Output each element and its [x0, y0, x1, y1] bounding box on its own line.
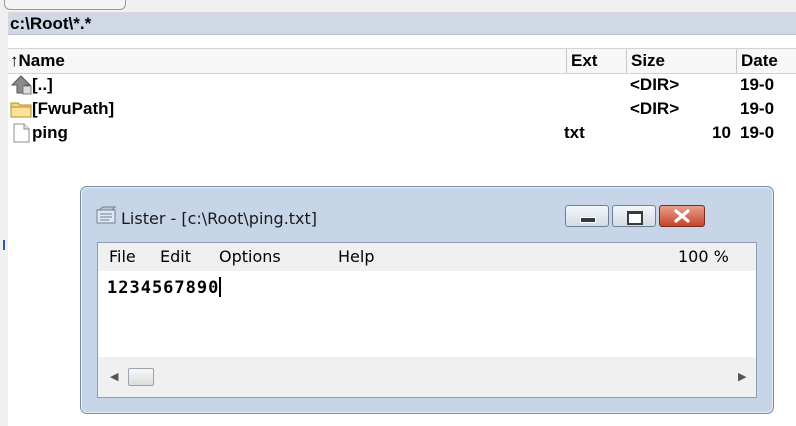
file-name: ping — [32, 123, 68, 142]
drive-tab[interactable] — [4, 0, 126, 10]
file-row-ping[interactable]: ping txt 10 19-0 — [8, 121, 796, 145]
path-bar[interactable]: c:\Root\*.* — [8, 13, 796, 35]
menu-options[interactable]: Options — [219, 243, 281, 271]
menu-edit[interactable]: Edit — [160, 243, 191, 271]
up-folder-icon — [10, 75, 32, 95]
file-size: <DIR> — [630, 99, 680, 118]
zoom-level: 100 % — [678, 247, 729, 266]
maximize-button[interactable] — [612, 205, 656, 227]
scroll-right-icon[interactable]: ▶ — [738, 371, 746, 383]
file-name: [..] — [32, 75, 53, 94]
window-title: Lister - [c:\Root\ping.txt] — [121, 209, 318, 228]
file-ext: txt — [564, 123, 585, 142]
file-date: 19-0 — [740, 99, 775, 118]
column-header-ext[interactable]: Ext — [566, 49, 626, 73]
file-size: <DIR> — [630, 75, 680, 94]
minimize-icon — [580, 217, 596, 223]
minimize-button[interactable] — [565, 205, 609, 227]
text-file-icon — [13, 123, 30, 143]
focus-marker — [3, 240, 5, 250]
file-row-parent[interactable]: [..] <DIR> 19-0 — [8, 73, 796, 97]
column-header-name[interactable]: ↑Name — [8, 49, 566, 73]
close-icon — [674, 209, 690, 223]
top-strip — [0, 0, 796, 13]
text-caret — [219, 277, 222, 297]
column-header-size[interactable]: Size — [626, 49, 736, 73]
horizontal-scrollbar[interactable]: ◀ ▶ — [98, 357, 756, 397]
lister-app-icon — [96, 206, 117, 224]
file-row-fwupath[interactable]: [FwuPath] <DIR> 19-0 — [8, 97, 796, 121]
scroll-thumb[interactable] — [128, 368, 154, 386]
file-content-text: 1234567890 — [107, 278, 220, 298]
close-button[interactable] — [659, 205, 705, 227]
scroll-left-icon[interactable]: ◀ — [110, 371, 118, 383]
lister-window: Lister - [c:\Root\ping.txt] File Edit Op… — [80, 186, 774, 414]
file-size: 10 — [712, 123, 731, 142]
menu-file[interactable]: File — [109, 243, 136, 271]
folder-icon — [10, 102, 32, 118]
lister-client: File Edit Options Help 100 % 1234567890 … — [97, 242, 757, 398]
file-date: 19-0 — [740, 123, 775, 142]
file-name: [FwuPath] — [32, 99, 115, 118]
file-date: 19-0 — [740, 75, 775, 94]
column-header-date[interactable]: Date — [736, 49, 796, 73]
text-view[interactable]: 1234567890 — [98, 271, 756, 357]
column-header: ↑Name Ext Size Date — [8, 48, 796, 74]
panel-left-edge — [0, 12, 8, 426]
menu-help[interactable]: Help — [338, 243, 374, 271]
file-content: 1234567890 — [107, 277, 222, 298]
restore-icon — [627, 211, 643, 225]
menu-bar: File Edit Options Help 100 % — [98, 243, 756, 271]
